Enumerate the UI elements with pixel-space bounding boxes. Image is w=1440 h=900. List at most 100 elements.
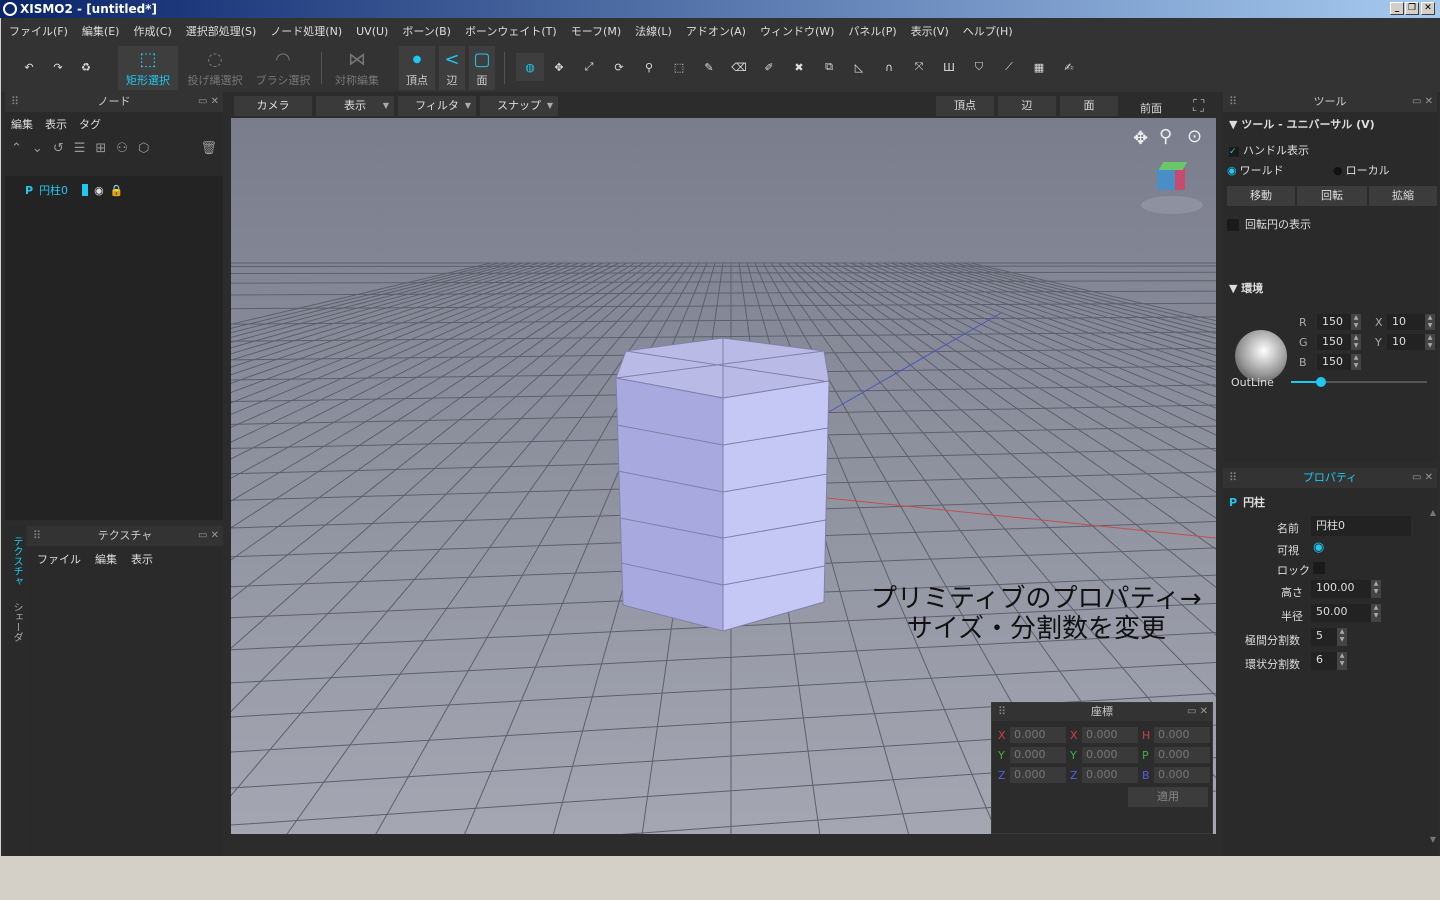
pivot-tool-icon[interactable]: ⚲ [638,56,660,78]
menu-normal[interactable]: 法線(L) [635,23,672,39]
knife-tool-icon[interactable]: ✐ [758,56,780,78]
vertical-divisions-stepper[interactable]: ▲ ▼ [1337,628,1347,646]
pos-z-field[interactable]: 0.000 [1010,767,1066,783]
panel-window-buttons[interactable]: ▭ ✕ [1187,703,1208,721]
rotate-tool-icon[interactable]: ⟳ [608,56,630,78]
grip-icon[interactable]: ⠿ [998,703,1006,721]
uv-tool-icon[interactable]: Ш [938,56,960,78]
undo-icon[interactable]: ↶ [18,56,40,78]
height-field[interactable]: 100.00 [1311,580,1371,598]
visible-eye-icon[interactable]: ◉ [94,184,104,197]
rotate-button[interactable]: 回転 [1297,186,1367,206]
radial-divisions-field[interactable]: 6 [1311,652,1337,670]
menu-bone[interactable]: ボーン(B) [402,23,451,39]
menu-selection[interactable]: 選択部処理(S) [186,23,257,39]
symmetry-edit-button[interactable]: ⋈ 対称編集 [329,46,385,90]
move-down-icon[interactable]: ⌄ [32,141,43,156]
redo-icon[interactable]: ↷ [47,56,69,78]
grip-icon[interactable]: ⠿ [1229,92,1237,112]
texture-menu-view[interactable]: 表示 [131,551,153,567]
eraser-tool-icon[interactable]: ⌫ [728,56,750,78]
panel-window-buttons[interactable]: ▭ ✕ [1412,468,1433,488]
menu-create[interactable]: 作成(C) [133,23,171,39]
view-cube-icon[interactable]: ⛶ [1193,96,1204,116]
display-button[interactable]: 表示 ▼ [316,96,394,116]
light-y-stepper[interactable]: ▲ ▼ [1425,334,1435,350]
orientation-cube-icon[interactable] [1141,158,1203,216]
hierarchy-icon[interactable]: ☰ [74,141,86,156]
lasso-select-button[interactable]: ◌ 投げ縄選択 [184,46,246,90]
side-tab-shader[interactable]: シェーダ [9,602,24,642]
view-face-button[interactable]: 面 [1060,96,1118,116]
menu-node[interactable]: ノード処理(N) [270,23,342,39]
property-scrollbar[interactable]: ▲ ▼ [1429,508,1437,848]
move-button[interactable]: 移動 [1227,186,1295,206]
menu-bone-weight[interactable]: ボーンウェイト(T) [465,23,557,39]
recycle-icon[interactable]: ♻ [75,56,97,78]
node-item[interactable]: P 円柱0 ◉ 🔒 [25,182,123,198]
pos-y-field[interactable]: 0.000 [1010,747,1066,763]
handle-display-checkbox[interactable]: ✓ ハンドル表示 [1229,142,1309,158]
node-menu-view[interactable]: 表示 [45,116,67,131]
rotation-circle-checkbox[interactable]: 回転円の表示 [1227,216,1311,232]
minimize-button[interactable]: _ [1390,2,1404,15]
rect-select-button[interactable]: ⬚ 矩形選択 [118,46,178,90]
bag-tool-icon[interactable]: ⛉ [968,56,990,78]
paint-tool-icon[interactable]: ⟋ [998,56,1020,78]
menu-file[interactable]: ファイル(F) [9,23,68,39]
r-stepper[interactable]: ▲ ▼ [1351,314,1361,330]
env-section-header[interactable]: ▼ 環境 [1229,280,1263,296]
menu-morph[interactable]: モーフ(M) [571,23,621,39]
node-menu-edit[interactable]: 編集 [11,116,33,131]
light-x-stepper[interactable]: ▲ ▼ [1425,314,1435,330]
zoom-icon[interactable]: ⚲ [1159,126,1172,147]
extrude-tool-icon[interactable]: ⧉ [818,56,840,78]
name-input[interactable]: 円柱0 [1311,516,1411,536]
view-edge-button[interactable]: 辺 [998,96,1056,116]
g-stepper[interactable]: ▲ ▼ [1351,334,1361,350]
refresh-icon[interactable]: ↺ [53,141,64,156]
edit-tool-icon[interactable]: ✍ [1058,56,1080,78]
h-field[interactable]: 0.000 [1154,727,1210,743]
rot-x-field[interactable]: 0.000 [1082,727,1138,743]
world-radio[interactable]: ◉ ワールド [1227,162,1284,178]
panel-window-buttons[interactable]: ▭ ✕ [1412,92,1433,112]
node-menu-tag[interactable]: タグ [79,116,101,131]
scale-button[interactable]: 拡縮 [1369,186,1437,206]
lock-icon[interactable]: 🔒 [110,184,124,197]
pos-x-field[interactable]: 0.000 [1010,727,1066,743]
light-sphere[interactable] [1235,330,1287,382]
g-field[interactable]: 150 [1317,334,1351,350]
radial-divisions-stepper[interactable]: ▲ ▼ [1337,652,1347,670]
texture-menu-file[interactable]: ファイル [37,551,81,567]
restore-button[interactable]: ❐ [1405,2,1419,15]
height-stepper[interactable]: ▲ ▼ [1371,580,1381,598]
menu-edit[interactable]: 編集(E) [82,23,120,39]
menu-uv[interactable]: UV(U) [356,25,388,38]
outline-slider-handle[interactable] [1315,377,1326,387]
outline-slider[interactable] [1291,377,1427,387]
scale-tool-icon[interactable]: ⤢ [578,56,600,78]
view-vertex-button[interactable]: 頂点 [936,96,994,116]
vertical-divisions-field[interactable]: 5 [1311,628,1337,646]
texture-menu-edit[interactable]: 編集 [95,551,117,567]
menu-help[interactable]: ヘルプ(H) [963,23,1013,39]
pan-icon[interactable]: ✥ [1133,128,1148,149]
orbit-icon[interactable]: ⊙ [1187,126,1202,147]
move-up-icon[interactable]: ⌃ [11,141,22,156]
grip-icon[interactable]: ⠿ [1229,468,1237,488]
pencil-tool-icon[interactable]: ✎ [698,56,720,78]
vertex-mode-button[interactable]: ● 頂点 [399,46,435,90]
b-field[interactable]: 150 [1317,354,1351,370]
edge-mode-button[interactable]: < 辺 [439,46,465,90]
group-icon[interactable]: ⚇ [116,141,128,156]
cylinder-object[interactable] [615,337,830,632]
weld-tool-icon[interactable]: ✖ [788,56,810,78]
bevel-tool-icon[interactable]: ◺ [848,56,870,78]
move-tool-icon[interactable]: ✥ [548,56,570,78]
visible-toggle[interactable]: ◉ [1313,540,1324,555]
close-button[interactable]: ✕ [1421,2,1435,15]
film-tool-icon[interactable]: ▦ [1028,56,1050,78]
snap-button[interactable]: スナップ ▼ [480,96,558,116]
camera-button[interactable]: カメラ [234,96,312,116]
